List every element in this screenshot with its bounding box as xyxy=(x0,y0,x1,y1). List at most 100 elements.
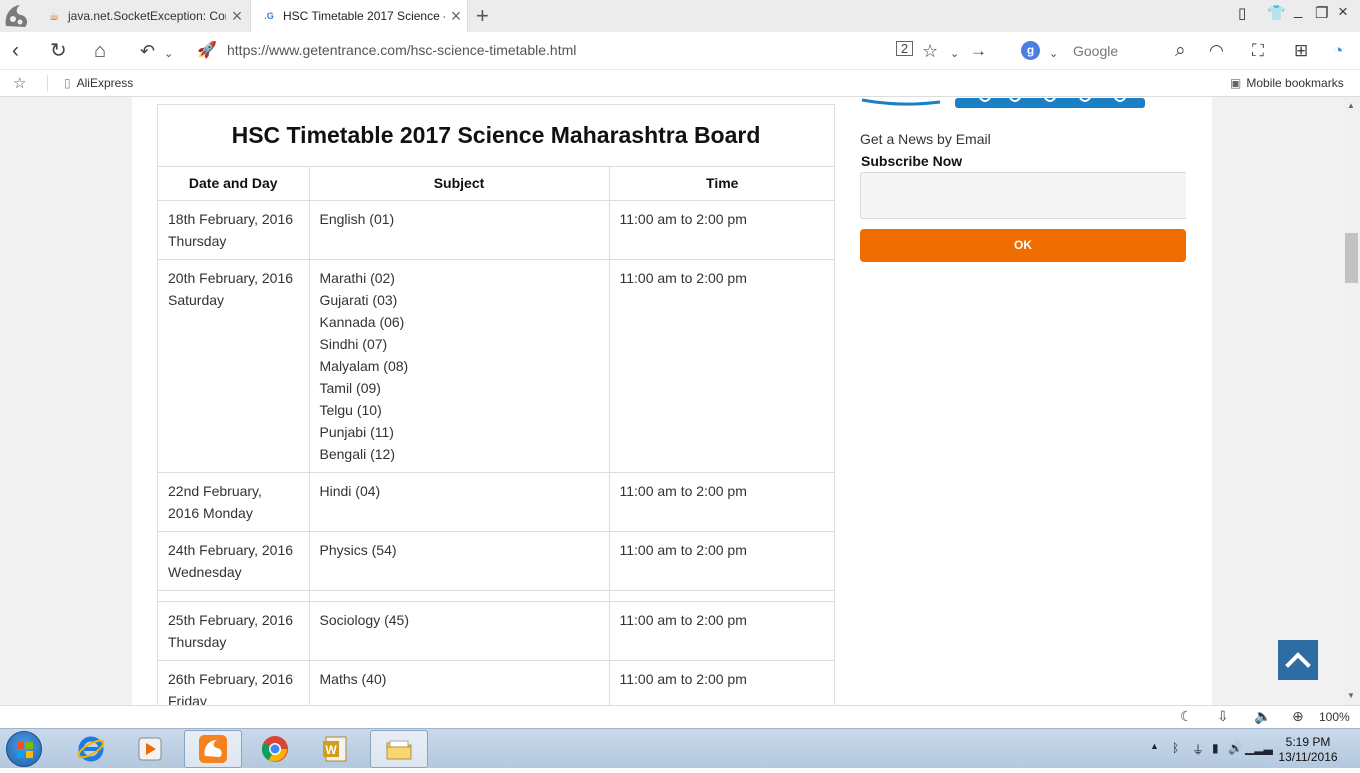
zoom-icon[interactable]: ⊕ xyxy=(1292,708,1304,725)
subject-text: Marathi (02) xyxy=(319,269,395,286)
wifi-share-icon[interactable]: ◠ xyxy=(1209,38,1224,64)
email-field[interactable] xyxy=(860,172,1186,219)
time-cell: 11:00 am to 2:00 pm xyxy=(609,472,835,532)
tab-counter-icon[interactable]: 2 xyxy=(896,41,913,56)
subject-text: Telgu (10) xyxy=(319,401,382,418)
close-tab-icon[interactable]: × xyxy=(226,6,248,27)
chevron-down-icon[interactable]: ⌄ xyxy=(164,41,173,67)
clock[interactable]: 5:19 PM 13/11/2016 xyxy=(1268,735,1348,765)
file-explorer-icon[interactable] xyxy=(370,730,428,768)
subscribe-label: Subscribe Now xyxy=(861,153,963,169)
reload-icon[interactable]: ↻ xyxy=(50,38,67,64)
date-text: 25th February, 2016 xyxy=(168,611,294,628)
column-header-date: Date and Day xyxy=(158,167,310,201)
tab-hsc-timetable[interactable]: .G HSC Timetable 2017 Science - × xyxy=(250,0,468,32)
date-cell: 26th February, 2016 Friday xyxy=(158,660,310,705)
home-icon[interactable]: ⌂ xyxy=(94,38,106,64)
scroll-to-top-button[interactable] xyxy=(1278,640,1318,680)
bookmark-star-icon[interactable]: ☆ xyxy=(922,38,938,64)
date-cell: 18th February, 2016 Thursday xyxy=(158,200,310,260)
close-tab-icon[interactable]: × xyxy=(445,6,467,27)
getentrance-logo[interactable] xyxy=(860,97,1156,109)
subject-text: Hindi (04) xyxy=(319,482,381,499)
subject-text: Sociology (45) xyxy=(319,611,410,628)
chevron-down-icon[interactable]: ⌄ xyxy=(1049,41,1058,67)
ok-button[interactable]: OK xyxy=(860,229,1186,262)
subject-text: Tamil (09) xyxy=(319,379,381,396)
subject-text: Sindhi (07) xyxy=(319,335,388,352)
table-row: 26th February, 2016 Friday Maths (40) 11:… xyxy=(158,660,835,705)
minimize-icon[interactable]: _ xyxy=(1294,2,1302,19)
date-text: 22nd February, xyxy=(168,482,262,499)
close-window-icon[interactable]: × xyxy=(1338,2,1348,22)
time-cell: 11:00 am to 2:00 pm xyxy=(609,660,835,705)
time-cell: 11:00 am to 2:00 pm xyxy=(609,531,835,591)
vertical-scrollbar[interactable]: ▲ ▼ xyxy=(1344,97,1360,705)
skin-shirt-icon[interactable]: 👕 xyxy=(1267,4,1286,22)
bluetooth-icon[interactable]: ᛒ xyxy=(1172,741,1179,755)
tab-java-exception[interactable]: ☕ java.net.SocketException: Cor × xyxy=(36,0,248,32)
java-icon: ☕ xyxy=(48,9,60,23)
search-icon[interactable]: ⌕ xyxy=(1175,38,1186,64)
day-text: Thursday xyxy=(168,232,227,249)
date-cell: 22nd February, 2016 Monday xyxy=(158,472,310,532)
mobile-bookmarks-label: Mobile bookmarks xyxy=(1246,76,1344,90)
chevron-down-icon[interactable]: ⌄ xyxy=(950,41,959,67)
undo-icon[interactable]: ↶ xyxy=(140,38,155,64)
internet-explorer-icon[interactable] xyxy=(62,730,120,768)
subject-text: Punjabi (11) xyxy=(319,423,394,440)
google-search-engine-icon[interactable]: g xyxy=(1021,41,1040,60)
subject-text: English (01) xyxy=(319,210,395,227)
extensions-grid-icon[interactable]: ⊞ xyxy=(1294,38,1308,64)
date-text: 24th February, 2016 xyxy=(168,541,294,558)
address-bar[interactable]: https://www.getentrance.com/hsc-science-… xyxy=(227,42,576,58)
battery-icon[interactable]: ▮ xyxy=(1212,741,1219,755)
tray-expand-icon[interactable]: ▲ xyxy=(1150,741,1159,751)
uc-browser-logo-icon[interactable] xyxy=(0,0,34,32)
scrollbar-thumb[interactable] xyxy=(1345,233,1358,283)
new-tab-icon[interactable]: + xyxy=(476,3,489,29)
add-bookmark-star-icon[interactable]: ☆ xyxy=(13,74,26,92)
back-icon[interactable]: ‹ xyxy=(12,38,19,64)
start-button[interactable] xyxy=(6,731,42,767)
clock-date: 13/11/2016 xyxy=(1278,750,1338,764)
uc-browser-icon[interactable] xyxy=(184,730,242,768)
divider xyxy=(47,75,48,92)
zoom-level[interactable]: 100% xyxy=(1319,710,1350,724)
screenshot-icon[interactable]: ⛶ xyxy=(1252,38,1264,64)
word-icon[interactable]: W xyxy=(307,730,365,768)
go-arrow-icon[interactable]: → xyxy=(970,38,987,64)
status-bar: ☾ ⇩ 🔈 ⊕ 100% xyxy=(0,705,1360,728)
time-cell: 11:00 am to 2:00 pm xyxy=(609,259,835,473)
date-text: 20th February, 2016 xyxy=(168,269,294,286)
bookmark-aliexpress[interactable]: ▯ AliExpress xyxy=(64,76,133,90)
scroll-up-arrow-icon[interactable]: ▲ xyxy=(1347,101,1355,110)
subject-cell: Sociology (45) xyxy=(309,601,610,661)
day-text: Wednesday xyxy=(168,563,242,580)
scroll-down-arrow-icon[interactable]: ▼ xyxy=(1347,691,1355,700)
spacer-cell xyxy=(609,590,835,602)
day-text: Saturday xyxy=(168,291,225,308)
table-row: 24th February, 2016 Wednesday Physics (54… xyxy=(158,531,835,591)
chrome-icon[interactable] xyxy=(246,730,304,768)
windows-logo-icon xyxy=(17,742,33,758)
download-icon[interactable]: ⇩ xyxy=(1217,708,1229,725)
spacer-cell xyxy=(158,590,310,602)
mobile-bookmarks[interactable]: ▣ Mobile bookmarks xyxy=(1230,76,1344,90)
rocket-speed-icon[interactable]: 🚀 xyxy=(197,40,217,60)
sync-icon[interactable]: ◔ xyxy=(1333,38,1343,64)
volume-icon[interactable]: 🔈 xyxy=(1254,708,1271,725)
tile-windows-icon[interactable]: ▯ xyxy=(1238,4,1246,22)
search-input[interactable]: Google xyxy=(1073,43,1118,59)
news-label: Get a News by Email xyxy=(860,131,991,147)
column-header-subject: Subject xyxy=(309,167,610,201)
date-text: 26th February, 2016 xyxy=(168,670,294,687)
media-player-icon[interactable] xyxy=(121,730,179,768)
volume-tray-icon[interactable]: 🔊 xyxy=(1228,741,1243,755)
night-mode-moon-icon[interactable]: ☾ xyxy=(1180,708,1193,725)
restore-icon[interactable]: ❐ xyxy=(1315,4,1328,22)
page-title: HSC Timetable 2017 Science Maharashtra B… xyxy=(158,105,834,167)
usb-icon[interactable]: ⏚ xyxy=(1192,741,1204,758)
page-content: HSC Timetable 2017 Science Maharashtra B… xyxy=(132,97,1212,705)
navigation-bar: ‹ ↻ ⌂ ↶ ⌄ 🚀 https://www.getentrance.com/… xyxy=(0,32,1360,70)
